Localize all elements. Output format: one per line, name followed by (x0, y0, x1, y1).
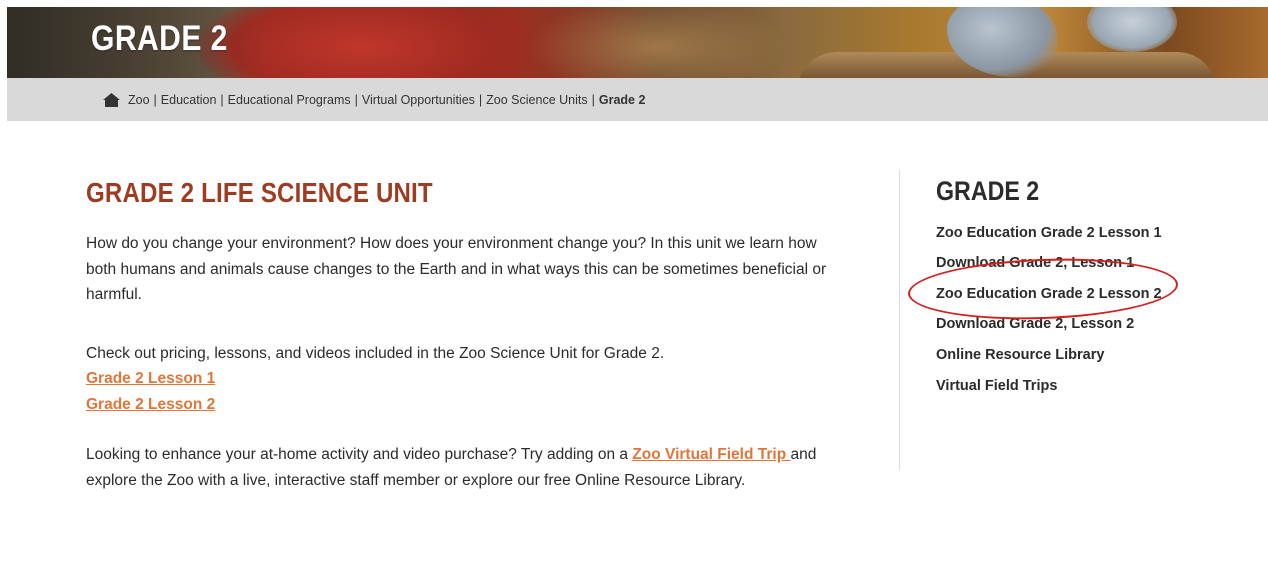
page-heading: GRADE 2 LIFE SCIENCE UNIT (86, 177, 433, 208)
breadcrumb-separator: | (153, 92, 157, 107)
sidebar-item: Online Resource Library (936, 346, 1176, 364)
sidebar-title: GRADE 2 (936, 176, 1040, 206)
breadcrumb-virtual-opportunities[interactable]: Virtual Opportunities (362, 93, 475, 107)
sidebar-link-lesson-1[interactable]: Zoo Education Grade 2 Lesson 1 (936, 224, 1176, 242)
sidebar-link-online-resource-library[interactable]: Online Resource Library (936, 346, 1176, 364)
breadcrumb-separator: | (478, 92, 483, 107)
sidebar-item: Download Grade 2, Lesson 2 (936, 315, 1176, 333)
sidebar-link-download-lesson-2[interactable]: Download Grade 2, Lesson 2 (936, 315, 1176, 333)
pricing-text: Check out pricing, lessons, and videos i… (86, 345, 665, 362)
enhance-text-prefix: Looking to enhance your at-home activity… (86, 446, 633, 463)
lesson-links: Grade 2 Lesson 1 Grade 2 Lesson 2 (86, 366, 215, 417)
breadcrumb: Zoo | Education | Educational Programs |… (103, 78, 645, 121)
breadcrumb-separator: | (220, 92, 224, 107)
breadcrumb-current: Grade 2 (598, 92, 646, 107)
hero-banner: GRADE 2 (7, 7, 1268, 78)
sidebar-nav: Zoo Education Grade 2 Lesson 1 Download … (936, 224, 1176, 408)
home-icon[interactable] (103, 92, 120, 107)
sidebar-item: Zoo Education Grade 2 Lesson 1 (936, 224, 1176, 242)
enhance-paragraph: Looking to enhance your at-home activity… (86, 442, 846, 493)
hero-title: GRADE 2 (91, 19, 228, 58)
sidebar-divider (899, 170, 900, 470)
hero-photo-bird (1087, 7, 1177, 52)
grade-2-lesson-1-link[interactable]: Grade 2 Lesson 1 (86, 366, 215, 392)
breadcrumb-separator: | (591, 92, 595, 107)
sidebar-item: Zoo Education Grade 2 Lesson 2 (936, 285, 1176, 303)
breadcrumb-education[interactable]: Education (161, 93, 217, 107)
sidebar-link-virtual-field-trips[interactable]: Virtual Field Trips (936, 377, 1176, 395)
sidebar-link-download-lesson-1[interactable]: Download Grade 2, Lesson 1 (936, 254, 1176, 272)
hero-photo-shape (527, 7, 787, 78)
sidebar-item: Download Grade 2, Lesson 1 (936, 254, 1176, 272)
sidebar-link-lesson-2[interactable]: Zoo Education Grade 2 Lesson 2 (936, 285, 1176, 303)
sidebar-item: Virtual Field Trips (936, 377, 1176, 395)
grade-2-lesson-2-link[interactable]: Grade 2 Lesson 2 (86, 392, 215, 418)
breadcrumb-educational-programs[interactable]: Educational Programs (228, 93, 351, 107)
zoo-virtual-field-trip-link[interactable]: Zoo Virtual Field Trip (632, 446, 790, 463)
intro-paragraph: How do you change your environment? How … (86, 235, 827, 303)
breadcrumb-zoo-science-units[interactable]: Zoo Science Units (486, 93, 587, 107)
breadcrumb-zoo[interactable]: Zoo (128, 93, 150, 107)
breadcrumb-bar: Zoo | Education | Educational Programs |… (7, 78, 1268, 121)
breadcrumb-separator: | (354, 92, 358, 107)
